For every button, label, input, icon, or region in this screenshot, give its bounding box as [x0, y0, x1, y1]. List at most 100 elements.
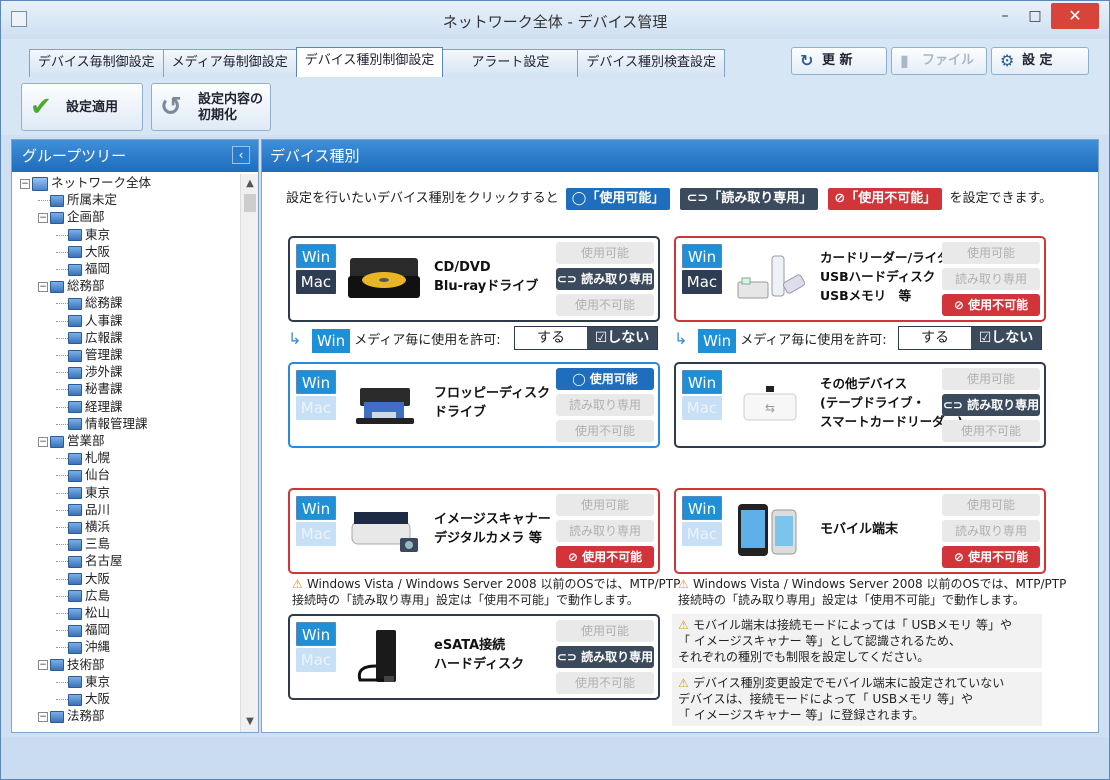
tree-node[interactable]: 秘書課 — [56, 380, 123, 397]
tree-node[interactable]: 管理課 — [56, 346, 123, 363]
readonly-state-button[interactable]: 読み取り専用 — [556, 394, 654, 416]
deny-state-button[interactable]: 使用不可能 — [556, 672, 654, 694]
readonly-state-button[interactable]: ⊂⊃ 読み取り専用 — [556, 646, 654, 668]
device-card-disc[interactable]: Win Mac CD/DVD Blu-rayドライブ 使用可能 ⊂⊃ 読み取り専用 使用不… — [288, 236, 660, 322]
tree-node[interactable]: 経理課 — [56, 398, 123, 415]
tree-node[interactable]: 横浜 — [56, 518, 110, 535]
scroll-up-icon[interactable]: ▲ — [241, 176, 259, 192]
group-folder-icon — [68, 573, 82, 586]
scroll-down-icon[interactable]: ▼ — [241, 714, 259, 730]
tree-node[interactable]: 福岡 — [56, 260, 110, 277]
tree-connector — [56, 303, 68, 305]
tree-node[interactable]: 札幌 — [56, 449, 110, 466]
tree-node-label: 営業部 — [67, 433, 105, 448]
tab-media-control[interactable]: メディア毎制御設定 — [162, 49, 297, 77]
tree-node-label: 技術部 — [67, 656, 105, 672]
readonly-state-button[interactable]: ⊂⊃ 読み取り専用 — [942, 394, 1040, 416]
deny-state-button[interactable]: 使用不可能 — [556, 294, 654, 316]
os-win-label: Win — [296, 244, 336, 268]
tree-node[interactable]: 名古屋 — [56, 552, 123, 569]
tree-connector — [56, 389, 68, 391]
tree-node[interactable]: 東京 — [56, 484, 110, 501]
device-card-mobile[interactable]: Win Mac モバイル端末 使用可能 読み取り専用 ⊘ 使用不可能 — [674, 488, 1046, 574]
allow-state-button[interactable]: 使用可能 — [556, 620, 654, 642]
tree-node[interactable]: − 総務部 — [38, 277, 105, 294]
deny-state-button[interactable]: 使用不可能 — [556, 420, 654, 442]
tree-node[interactable]: − 法務部 — [38, 707, 105, 724]
expand-toggle-icon[interactable]: − — [38, 711, 48, 722]
device-card-other[interactable]: Win Mac ⇆ その他デバイス (テープドライブ・ スマートカードリーダー) 使用可… — [674, 362, 1046, 448]
tree-node-label: 松山 — [85, 605, 111, 620]
permit-no-button[interactable]: ☑しない — [971, 327, 1041, 349]
permit-yes-button[interactable]: する — [899, 327, 971, 349]
reset-settings-button[interactable]: ↺ 設定内容の 初期化 — [151, 83, 271, 131]
tree-node[interactable]: − 営業部 — [38, 432, 105, 449]
deny-state-button[interactable]: 使用不可能 — [942, 420, 1040, 442]
allow-state-button[interactable]: ◯ 使用可能 — [556, 368, 654, 390]
group-folder-icon — [50, 659, 64, 672]
tree-node[interactable]: 東京 — [56, 226, 110, 243]
tree-node[interactable]: 大阪 — [56, 570, 110, 587]
refresh-button[interactable]: ↻ 更 新 — [791, 47, 887, 75]
expand-toggle-icon[interactable]: − — [38, 212, 48, 223]
tree-connector — [56, 527, 68, 528]
expand-toggle-icon[interactable]: − — [20, 178, 30, 189]
permit-yes-button[interactable]: する — [515, 327, 587, 349]
tab-alert-settings[interactable]: アラート設定 — [442, 49, 579, 77]
tree-node[interactable]: 情報管理課 — [56, 415, 148, 432]
allow-state-button[interactable]: 使用可能 — [942, 368, 1040, 390]
allow-state-button[interactable]: 使用可能 — [556, 494, 654, 516]
tab-device-type-control[interactable]: デバイス種別制御設定 — [295, 47, 444, 77]
tree-node[interactable]: − ネットワーク全体 — [20, 174, 151, 191]
device-card-card[interactable]: Win Mac カードリーダー/ライター USBハードディスク USBメモリ 等使用… — [674, 236, 1046, 322]
device-card-esata[interactable]: Win Mac eSATA接続 ハードディスク 使用可能 ⊂⊃ 読み取り専用 使用不可能 — [288, 614, 660, 700]
expand-toggle-icon[interactable]: − — [38, 281, 48, 292]
readonly-state-button[interactable]: 読み取り専用 — [556, 520, 654, 542]
permit-no-button[interactable]: ☑しない — [587, 327, 657, 349]
tree-node[interactable]: 総務課 — [56, 294, 123, 311]
allow-state-button[interactable]: 使用可能 — [942, 242, 1040, 264]
scroll-thumb[interactable] — [244, 194, 256, 212]
tree-node[interactable]: 沖縄 — [56, 638, 110, 655]
tree-node[interactable]: 三島 — [56, 535, 110, 552]
tree-node[interactable]: 人事課 — [56, 312, 123, 329]
readonly-state-button[interactable]: ⊂⊃ 読み取り専用 — [556, 268, 654, 290]
tree-node[interactable]: − 技術部 — [38, 656, 105, 673]
tab-device-type-inspection[interactable]: デバイス種別検査設定 — [577, 49, 725, 77]
maximize-button[interactable]: □ — [1021, 5, 1049, 27]
tree-node[interactable]: 品川 — [56, 501, 110, 518]
allow-state-button[interactable]: 使用可能 — [556, 242, 654, 264]
minimize-button[interactable]: – — [991, 5, 1019, 27]
instruction-pre: 設定を行いたいデバイス種別をクリックすると — [286, 191, 559, 206]
tree-node[interactable]: 仙台 — [56, 466, 110, 483]
tree-node[interactable]: 広報課 — [56, 329, 123, 346]
apply-settings-button[interactable]: ✔ 設定適用 — [21, 83, 143, 131]
deny-state-button[interactable]: ⊘ 使用不可能 — [942, 546, 1040, 568]
deny-state-button[interactable]: ⊘ 使用不可能 — [942, 294, 1040, 316]
device-card-scanner[interactable]: Win Mac イメージスキャナー デジタルカメラ 等使用可能 読み取り専用 ⊘ 使用不… — [288, 488, 660, 574]
readonly-state-button[interactable]: 読み取り専用 — [942, 520, 1040, 542]
settings-button[interactable]: ⚙ 設 定 — [991, 47, 1089, 75]
tree-scrollbar[interactable]: ▲ ▼ — [240, 174, 258, 732]
group-folder-icon — [68, 452, 82, 465]
collapse-panel-button[interactable]: ‹ — [232, 146, 250, 164]
allow-state-button[interactable]: 使用可能 — [942, 494, 1040, 516]
tree-node[interactable]: 大阪 — [56, 243, 110, 260]
tree-node[interactable]: − 企画部 — [38, 208, 105, 225]
file-button[interactable]: ▮ ファイル — [891, 47, 987, 75]
readonly-state-button[interactable]: 読み取り専用 — [942, 268, 1040, 290]
expand-toggle-icon[interactable]: − — [38, 660, 48, 671]
legend-deny: ⊘「使用不可能」 — [828, 188, 943, 210]
tree-node[interactable]: 広島 — [56, 587, 110, 604]
tree-node[interactable]: 東京 — [56, 673, 110, 690]
device-card-floppy[interactable]: Win Mac フロッピーディスク ドライブ ◯ 使用可能 読み取り専用 使用不可能 — [288, 362, 660, 448]
tree-node[interactable]: 所属未定 — [38, 191, 117, 208]
tree-node[interactable]: 福岡 — [56, 621, 110, 638]
expand-toggle-icon[interactable]: − — [38, 436, 48, 447]
close-button[interactable]: ✕ — [1051, 3, 1099, 29]
tree-node[interactable]: 松山 — [56, 604, 110, 621]
tree-node[interactable]: 渉外課 — [56, 363, 123, 380]
tree-node[interactable]: 大阪 — [56, 690, 110, 707]
deny-state-button[interactable]: ⊘ 使用不可能 — [556, 546, 654, 568]
tab-device-control[interactable]: デバイス毎制御設定 — [29, 49, 164, 77]
